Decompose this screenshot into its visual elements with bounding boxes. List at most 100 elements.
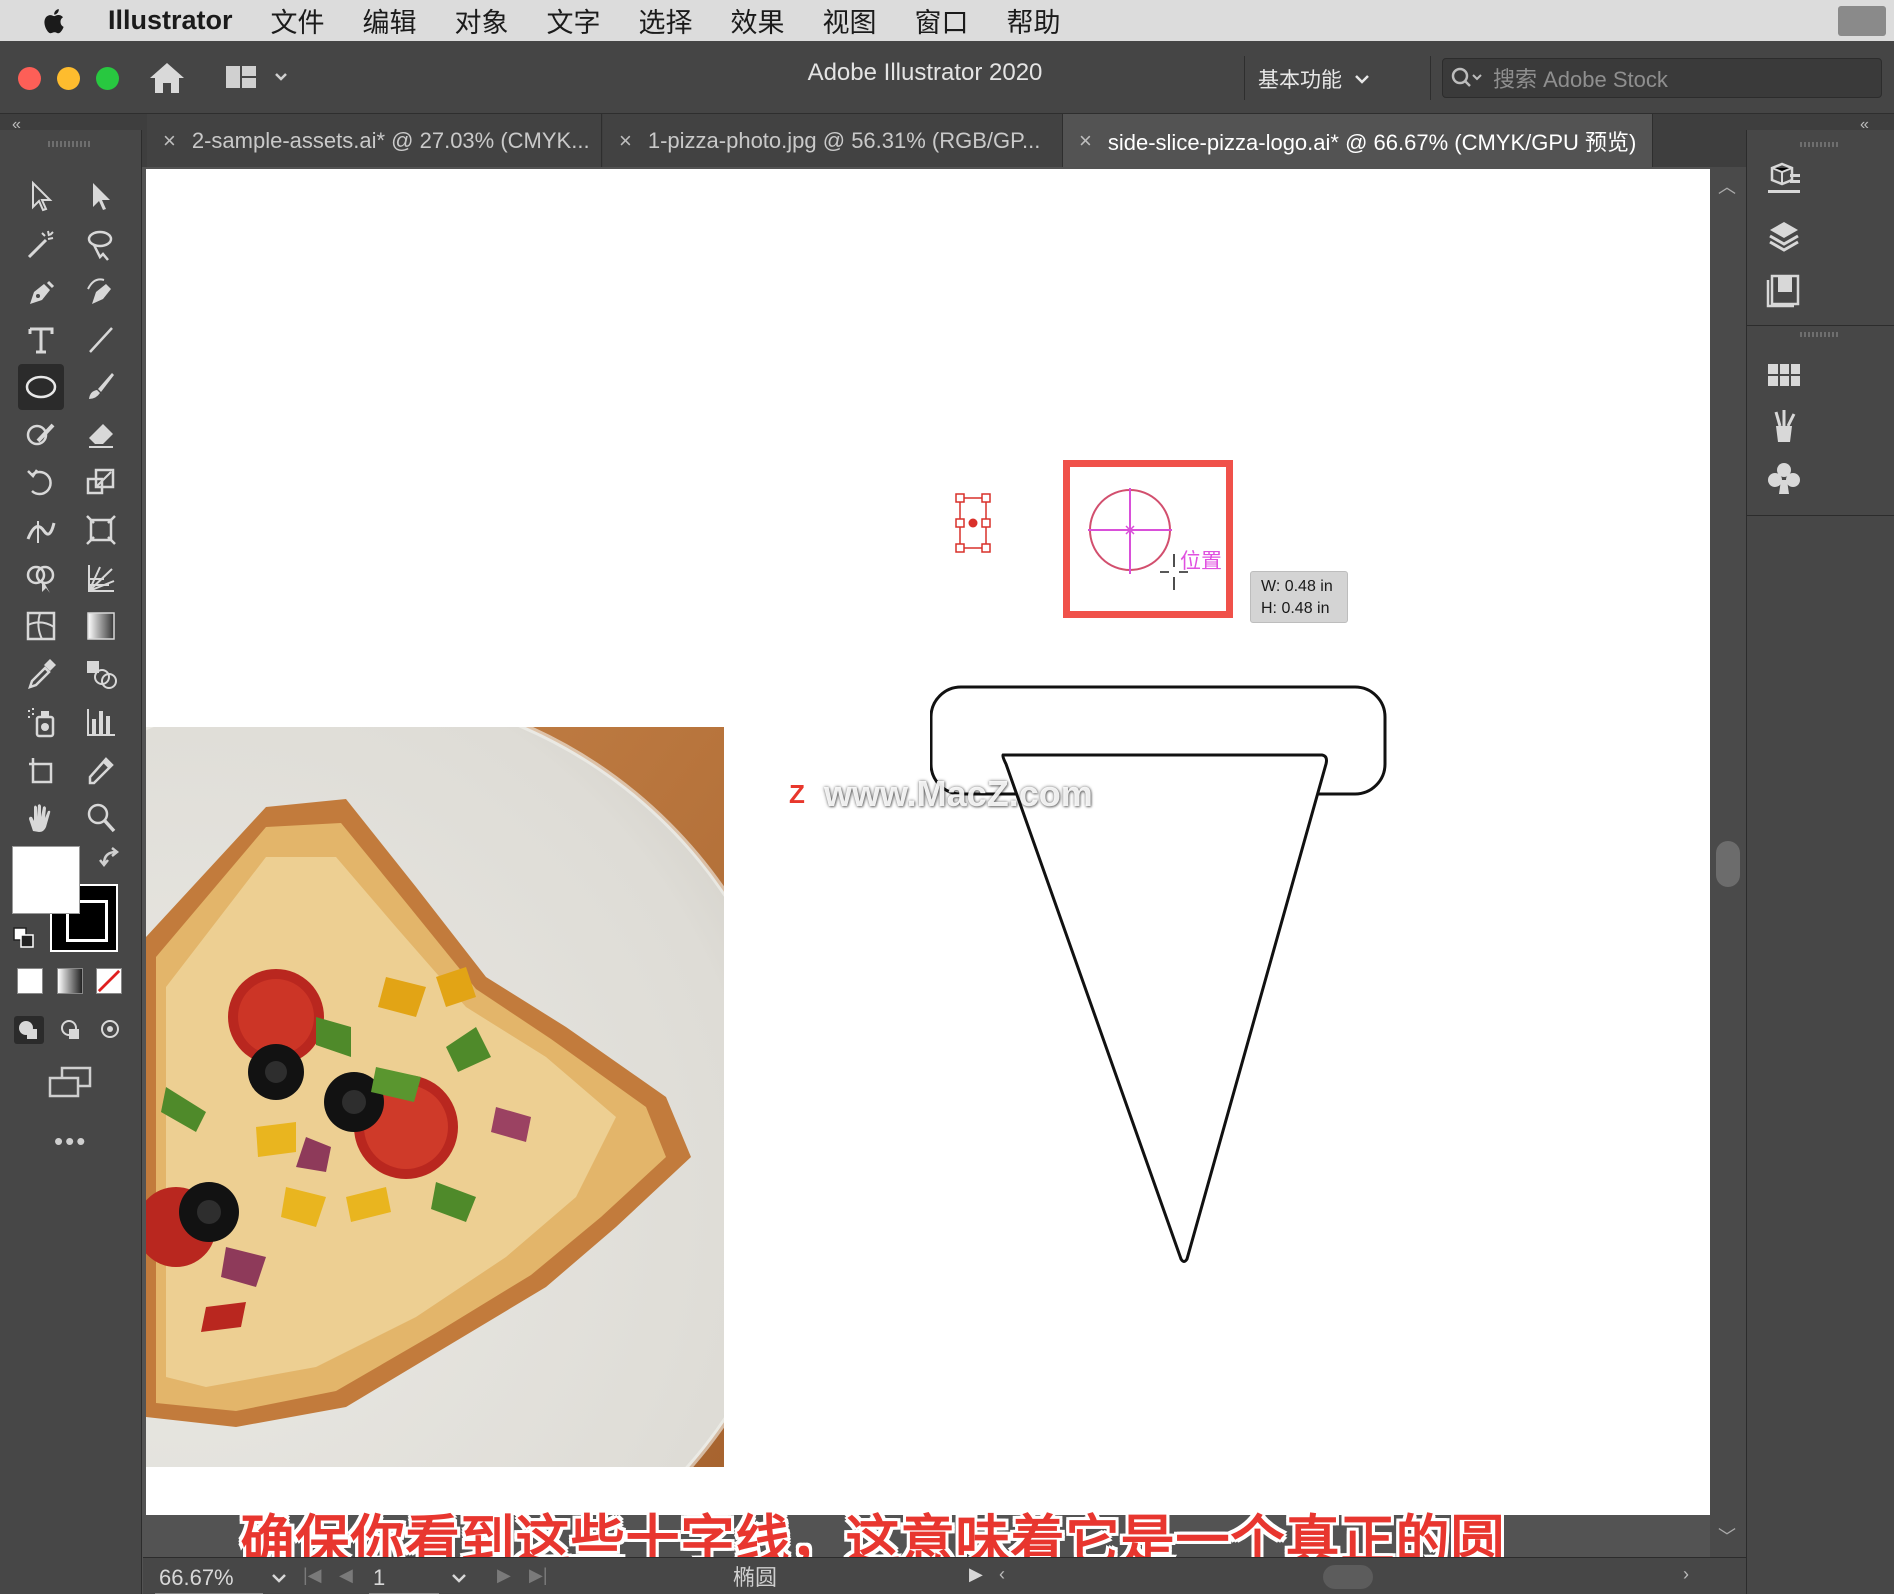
first-artboard-icon[interactable]: |◀ xyxy=(303,1565,322,1586)
eyedropper-tool-icon[interactable] xyxy=(18,654,64,694)
perspective-grid-tool-icon[interactable] xyxy=(78,558,124,598)
menu-view[interactable]: 视图 xyxy=(823,1,877,40)
artboard-number-field[interactable]: 1 xyxy=(369,1562,439,1594)
menu-app-name[interactable]: Illustrator xyxy=(108,5,233,36)
default-fill-stroke-icon[interactable] xyxy=(12,926,36,950)
close-window-button[interactable] xyxy=(18,67,41,90)
ellipse-tool-icon[interactable] xyxy=(18,364,64,410)
hand-tool-icon[interactable] xyxy=(18,798,64,838)
eraser-tool-icon[interactable] xyxy=(78,414,124,454)
fill-swatch[interactable] xyxy=(12,846,80,914)
selection-tool-icon[interactable] xyxy=(18,176,64,216)
apple-logo-icon[interactable] xyxy=(38,4,72,38)
stock-search-input[interactable]: 搜索 Adobe Stock xyxy=(1442,58,1882,98)
blend-tool-icon[interactable] xyxy=(78,654,124,694)
paintbrush-tool-icon[interactable] xyxy=(78,366,124,406)
none-swatch-icon[interactable] xyxy=(96,968,122,994)
ellipse-preview-with-crosshair xyxy=(1088,488,1188,590)
pen-tool-icon[interactable] xyxy=(18,272,64,312)
workspace-label: 基本功能 xyxy=(1258,69,1342,92)
last-artboard-icon[interactable]: ▶| xyxy=(529,1565,548,1586)
zoom-level-field[interactable]: 66.67% xyxy=(155,1562,263,1594)
menu-type[interactable]: 文字 xyxy=(547,1,601,40)
direct-selection-tool-icon[interactable] xyxy=(78,176,124,216)
curvature-tool-icon[interactable] xyxy=(78,272,124,312)
close-tab-icon[interactable]: × xyxy=(1079,128,1092,154)
zoom-dropdown-chevron-icon[interactable] xyxy=(271,1573,287,1583)
close-tab-icon[interactable]: × xyxy=(163,128,176,154)
previous-artboard-icon[interactable]: ◀ xyxy=(339,1565,353,1586)
edit-toolbar-icon[interactable]: ••• xyxy=(54,1126,87,1157)
gradient-mode-swatch[interactable] xyxy=(57,968,83,994)
vertical-scrollbar[interactable]: ︿ ﹀ xyxy=(1710,167,1746,1557)
shape-builder-tool-icon[interactable] xyxy=(18,558,64,598)
logo-slice-triangle xyxy=(1001,753,1328,1263)
draw-normal-icon[interactable] xyxy=(14,1016,44,1044)
gradient-tool-icon[interactable] xyxy=(78,606,124,646)
slice-tool-icon[interactable] xyxy=(78,750,124,790)
scroll-right-icon[interactable]: › xyxy=(1683,1564,1689,1585)
arrange-documents-icon[interactable] xyxy=(224,63,294,91)
minimize-window-button[interactable] xyxy=(57,67,80,90)
mesh-tool-icon[interactable] xyxy=(18,606,64,646)
status-menu-arrow-icon[interactable]: ▶ xyxy=(969,1564,983,1585)
titlebar-divider xyxy=(1430,56,1431,100)
vertical-scroll-thumb[interactable] xyxy=(1716,841,1740,887)
selected-object-bounds[interactable] xyxy=(954,492,992,554)
column-graph-tool-icon[interactable] xyxy=(78,702,124,742)
tab-pizza-photo[interactable]: × 1-pizza-photo.jpg @ 56.31% (RGB/GP... xyxy=(603,114,1063,167)
artboard[interactable] xyxy=(146,169,1710,1515)
zoom-tool-icon[interactable] xyxy=(78,798,124,838)
lasso-tool-icon[interactable] xyxy=(78,224,124,264)
scale-tool-icon[interactable] xyxy=(78,462,124,502)
line-segment-tool-icon[interactable] xyxy=(78,320,124,360)
scroll-up-icon[interactable]: ︿ xyxy=(1718,173,1736,199)
tab-pizza-logo[interactable]: × side-slice-pizza-logo.ai* @ 66.67% (CM… xyxy=(1063,114,1653,167)
width-tool-icon[interactable] xyxy=(18,510,64,550)
app-title: Adobe Illustrator 2020 xyxy=(807,59,1043,86)
menu-effect[interactable]: 效果 xyxy=(731,1,785,40)
artboard-tool-icon[interactable] xyxy=(18,750,64,790)
close-tab-icon[interactable]: × xyxy=(619,128,632,154)
scroll-left-icon[interactable]: ‹ xyxy=(999,1564,1005,1585)
menu-select[interactable]: 选择 xyxy=(639,1,693,40)
toolbar-grip[interactable] xyxy=(48,141,92,147)
menu-help[interactable]: 帮助 xyxy=(1007,1,1061,40)
symbol-sprayer-tool-icon[interactable] xyxy=(18,702,64,742)
brushes-panel-icon[interactable] xyxy=(1764,406,1804,446)
color-mode-swatch[interactable] xyxy=(17,968,43,994)
draw-behind-icon[interactable] xyxy=(56,1016,86,1044)
type-tool-icon[interactable] xyxy=(18,320,64,360)
current-tool-status: 椭圆 xyxy=(733,1565,778,1590)
symbols-panel-icon[interactable] xyxy=(1764,458,1804,498)
pizza-photo-image[interactable] xyxy=(146,727,724,1467)
search-icon[interactable] xyxy=(1449,64,1485,92)
rotate-tool-icon[interactable] xyxy=(18,462,64,502)
horizontal-scroll-thumb[interactable] xyxy=(1323,1565,1373,1589)
change-screen-mode-icon[interactable] xyxy=(48,1066,94,1098)
tab-label: 2-sample-assets.ai* @ 27.03% (CMYK... xyxy=(191,127,590,153)
illustrator-screen: Illustrator 文件 编辑 对象 文字 选择 效果 视图 窗口 帮助 A… xyxy=(0,0,1894,1594)
swatches-panel-icon[interactable] xyxy=(1764,354,1804,394)
workspace-switcher[interactable]: 基本功能 xyxy=(1258,63,1418,95)
shaper-tool-icon[interactable] xyxy=(18,414,64,454)
properties-panel-icon[interactable] xyxy=(1764,160,1804,200)
watermark: Z www.MacZ.com xyxy=(780,773,1093,815)
layers-panel-icon[interactable] xyxy=(1764,216,1804,256)
status-bar: 66.67% |◀ ◀ 1 ▶ ▶| 椭圆 ▶ ‹ › xyxy=(143,1557,1746,1594)
magic-wand-tool-icon[interactable] xyxy=(18,224,64,264)
menu-file[interactable]: 文件 xyxy=(271,1,325,40)
menu-window[interactable]: 窗口 xyxy=(915,1,969,40)
swap-fill-stroke-icon[interactable] xyxy=(98,846,124,872)
artboard-dropdown-chevron-icon[interactable] xyxy=(451,1573,467,1583)
draw-inside-icon[interactable] xyxy=(96,1016,126,1044)
menu-object[interactable]: 对象 xyxy=(455,1,509,40)
free-transform-tool-icon[interactable] xyxy=(78,510,124,550)
menu-edit[interactable]: 编辑 xyxy=(363,1,417,40)
home-icon[interactable] xyxy=(148,60,186,96)
zoom-window-button[interactable] xyxy=(96,67,119,90)
next-artboard-icon[interactable]: ▶ xyxy=(497,1565,511,1586)
menubar-status-item[interactable] xyxy=(1838,6,1886,36)
tab-sample-assets[interactable]: × 2-sample-assets.ai* @ 27.03% (CMYK... xyxy=(147,114,602,167)
libraries-panel-icon[interactable] xyxy=(1764,270,1804,310)
